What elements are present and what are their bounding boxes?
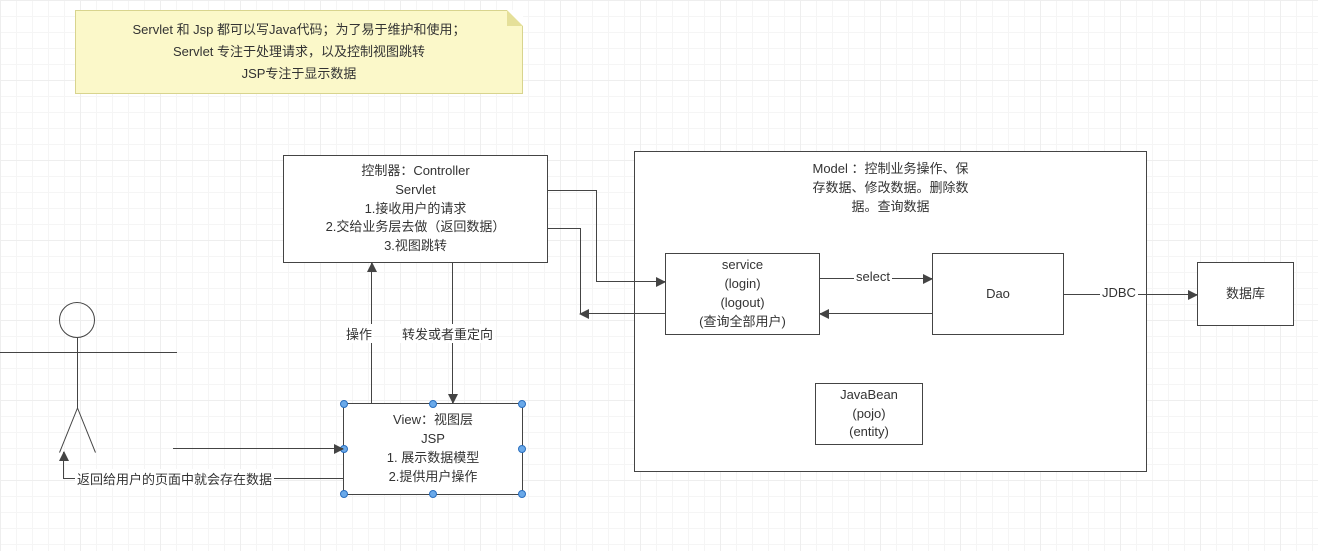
label-jdbc: JDBC: [1100, 285, 1138, 300]
note-line2: Servlet 专注于处理请求，以及控制视图跳转: [173, 44, 425, 59]
view-l1: 1. 展示数据模型: [387, 449, 479, 468]
controller-sub: Servlet: [395, 181, 435, 200]
database-label: 数据库: [1226, 285, 1265, 304]
line-ctrl-service-bot-v: [580, 228, 581, 313]
service-l3: (logout): [720, 294, 764, 313]
javabean-l2: (pojo): [852, 405, 885, 424]
label-return: 返回给用户的页面中就会存在数据: [75, 469, 274, 488]
resize-handle[interactable]: [518, 445, 526, 453]
resize-handle[interactable]: [429, 490, 437, 498]
view-l2: 2.提供用户操作: [389, 468, 478, 487]
line-ctrl-service-top: [548, 190, 596, 191]
user-icon: [0, 302, 177, 462]
note-line3: JSP专注于显示数据: [242, 66, 357, 81]
label-operate: 操作: [344, 324, 374, 343]
model-l3: 据。查询数据: [851, 198, 929, 217]
arrow-dao-to-service: [820, 313, 932, 314]
controller-l2: 2.交给业务层去做（返回数据）: [326, 218, 506, 237]
arrow-view-to-user-v: [63, 452, 64, 478]
service-box[interactable]: service (login) (logout) (查询全部用户): [665, 253, 820, 335]
note-line1: Servlet 和 Jsp 都可以写Java代码；为了易于维护和使用；: [133, 22, 466, 37]
resize-handle[interactable]: [518, 490, 526, 498]
resize-handle[interactable]: [340, 490, 348, 498]
javabean-box[interactable]: JavaBean (pojo) (entity): [815, 383, 923, 445]
service-l1: service: [722, 256, 763, 275]
resize-handle[interactable]: [340, 400, 348, 408]
service-l4: (查询全部用户): [699, 313, 786, 332]
javabean-l1: JavaBean: [840, 386, 898, 405]
note-servlet-jsp: Servlet 和 Jsp 都可以写Java代码；为了易于维护和使用； Serv…: [75, 10, 523, 94]
arrow-user-to-view: [173, 448, 343, 449]
javabean-l3: (entity): [849, 423, 889, 442]
model-title: Model ：控制业务操作、保: [812, 160, 968, 179]
dao-box[interactable]: Dao: [932, 253, 1064, 335]
arrow-ctrl-to-service: [596, 281, 665, 282]
line-ctrl-service-top-v: [596, 190, 597, 281]
view-title: View：视图层: [393, 411, 473, 430]
line-ctrl-service-bot: [548, 228, 580, 229]
controller-l1: 1.接收用户的请求: [365, 200, 467, 219]
service-l2: (login): [724, 275, 760, 294]
label-select: select: [854, 269, 892, 284]
controller-title: 控制器：Controller: [361, 162, 469, 181]
arrow-service-to-ctrl: [580, 313, 665, 314]
database-box[interactable]: 数据库: [1197, 262, 1294, 326]
controller-l3: 3.视图跳转: [384, 237, 447, 256]
view-sub: JSP: [421, 430, 445, 449]
label-forward: 转发或者重定向: [400, 324, 495, 343]
view-box[interactable]: View：视图层 JSP 1. 展示数据模型 2.提供用户操作: [343, 403, 523, 495]
model-l2: 存数据、修改数据。删除数: [812, 179, 968, 198]
resize-handle[interactable]: [518, 400, 526, 408]
resize-handle[interactable]: [429, 400, 437, 408]
controller-box[interactable]: 控制器：Controller Servlet 1.接收用户的请求 2.交给业务层…: [283, 155, 548, 263]
dao-label: Dao: [986, 285, 1010, 304]
